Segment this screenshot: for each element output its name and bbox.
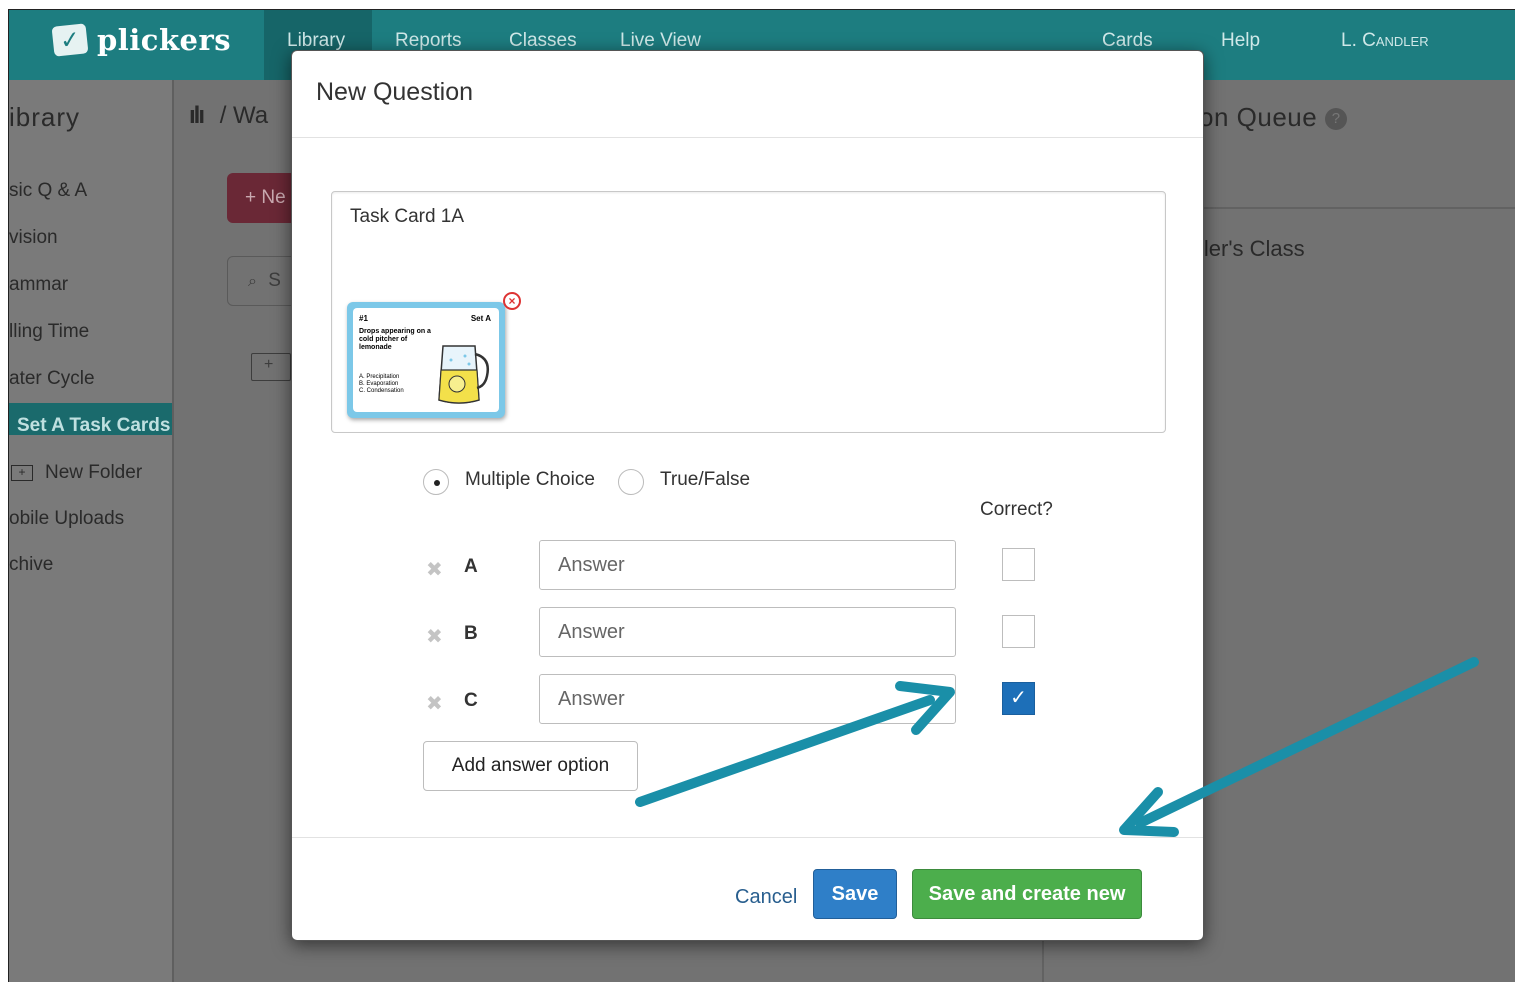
answer-letter-c: C	[464, 690, 478, 711]
sidebar-item-basic-qa[interactable]: sic Q & A	[9, 180, 87, 202]
answer-letter-b: B	[464, 623, 478, 644]
sidebar-item-archive[interactable]: chive	[9, 554, 53, 576]
answer-b-correct-checkbox[interactable]	[1002, 615, 1035, 648]
sidebar-item-set-a-task-cards[interactable]: Set A Task Cards	[17, 415, 170, 437]
breadcrumb-path[interactable]: / Wa	[220, 102, 268, 129]
answer-b-input[interactable]	[539, 607, 956, 657]
books-icon[interactable]: ılı	[189, 102, 205, 129]
question-circle-icon[interactable]: ?	[1325, 108, 1348, 131]
task-card-question: Drops appearing on a cold pitcher of lem…	[359, 328, 431, 351]
sidebar-item-telling-time[interactable]: lling Time	[9, 321, 89, 343]
answer-letter-a: A	[464, 556, 478, 577]
plickers-logo[interactable]: ✓ plickers	[51, 20, 232, 60]
correct-column-header: Correct?	[980, 499, 1053, 520]
lemonade-pitcher-illustration	[438, 345, 489, 404]
search-text: S	[268, 270, 281, 291]
checkmark-icon: ✓	[1010, 687, 1027, 709]
modal-title: New Question	[316, 78, 474, 106]
nav-reports[interactable]: Reports	[395, 30, 462, 52]
sidebar-item-water-cycle[interactable]: ater Cycle	[9, 368, 95, 390]
nav-classes[interactable]: Classes	[509, 30, 577, 52]
cancel-link[interactable]: Cancel	[735, 886, 797, 909]
queue-title: on Queue?	[1199, 102, 1348, 133]
app-window: ✓ plickers Library Reports Classes Live …	[8, 9, 1515, 982]
answer-a-correct-checkbox[interactable]	[1002, 548, 1035, 581]
question-text[interactable]: Task Card 1A	[350, 206, 464, 228]
search-icon: ⌕	[248, 273, 257, 290]
radio-multiple-choice-label[interactable]: Multiple Choice	[465, 469, 595, 491]
task-card-set: Set A	[470, 314, 491, 323]
breadcrumb: ılı / Wa	[189, 102, 268, 130]
sidebar-item-label: New Folder	[45, 462, 143, 483]
sidebar-item-revision[interactable]: vision	[9, 227, 58, 249]
question-image: #1 Set A Drops appearing on a cold pitch…	[347, 302, 505, 418]
answer-c-input[interactable]	[539, 674, 956, 724]
nav-help[interactable]: Help	[1221, 30, 1260, 52]
library-sidebar: ibrary sic Q & A vision ammar lling Time…	[9, 80, 173, 982]
x-icon[interactable]: ✖	[426, 624, 443, 649]
save-and-create-new-button[interactable]: Save and create new	[912, 869, 1142, 919]
nav-live-view[interactable]: Live View	[620, 30, 701, 52]
task-card-option: C. Condensation	[359, 388, 404, 394]
nav-cards[interactable]: Cards	[1102, 30, 1153, 52]
radio-multiple-choice[interactable]	[423, 469, 449, 495]
x-icon[interactable]: ✖	[426, 691, 443, 716]
answer-c-correct-checkbox[interactable]: ✓	[1002, 682, 1035, 715]
modal-header-divider	[292, 137, 1203, 138]
sidebar-title: ibrary	[9, 102, 81, 132]
new-question-modal: New Question Task Card 1A #1 Set A Drops…	[291, 50, 1204, 941]
nav-library[interactable]: Library	[287, 30, 345, 52]
folder-add-icon[interactable]: +	[251, 353, 291, 381]
x-icon[interactable]: ✖	[426, 557, 443, 582]
task-card-options: A. Precipitation B. Evaporation C. Conde…	[359, 374, 404, 395]
radio-true-false-label[interactable]: True/False	[660, 469, 750, 491]
sidebar-item-new-folder[interactable]: + New Folder	[11, 462, 142, 484]
nav-user-menu[interactable]: L. Candler	[1341, 30, 1429, 52]
new-folder-icon: +	[11, 464, 33, 481]
sidebar-item-grammar[interactable]: ammar	[9, 274, 68, 296]
queue-class-name[interactable]: ller's Class	[1199, 236, 1305, 262]
queue-title-text: on Queue	[1199, 102, 1318, 132]
sidebar-divider	[172, 80, 174, 982]
task-card-number: #1	[359, 314, 368, 323]
close-circle-icon[interactable]: ×	[503, 292, 521, 310]
task-card-face: #1 Set A Drops appearing on a cold pitch…	[353, 308, 499, 412]
logo-text: plickers	[97, 23, 232, 57]
radio-true-false[interactable]	[618, 469, 644, 495]
task-card-option: B. Evaporation	[359, 381, 399, 387]
add-answer-option-button[interactable]: Add answer option	[423, 741, 638, 791]
save-button[interactable]: Save	[813, 869, 897, 919]
question-editor[interactable]: Task Card 1A #1 Set A Drops appearing on…	[331, 191, 1166, 433]
task-card-option: A. Precipitation	[359, 374, 400, 380]
check-card-icon: ✓	[51, 23, 89, 57]
answer-a-input[interactable]	[539, 540, 956, 590]
modal-footer-divider	[292, 837, 1203, 838]
sidebar-item-mobile-uploads[interactable]: obile Uploads	[9, 508, 124, 530]
queue-header-divider	[1199, 207, 1515, 209]
